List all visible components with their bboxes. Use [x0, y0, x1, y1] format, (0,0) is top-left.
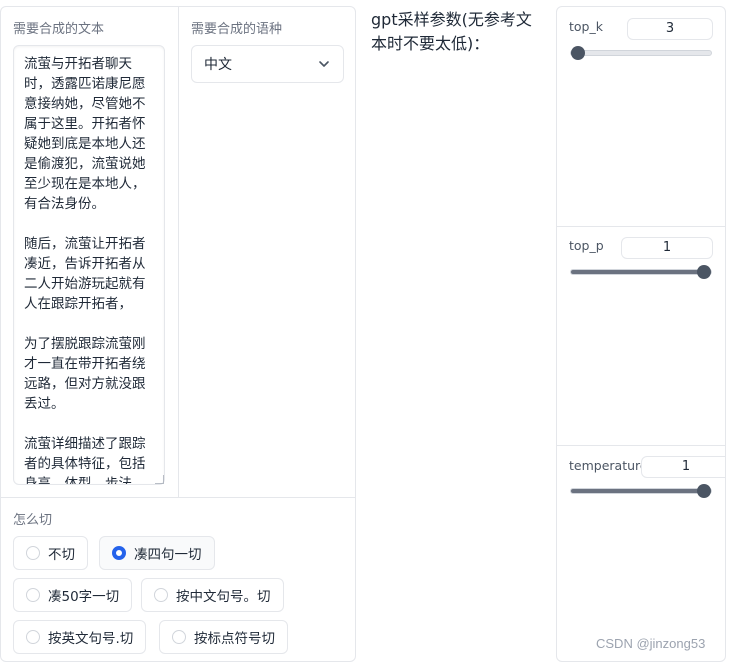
language-select-value: 中文	[204, 57, 232, 73]
row-divider	[1, 497, 355, 498]
radio-option-punctuation[interactable]: 按标点符号切	[159, 620, 288, 654]
slider-divider	[557, 445, 725, 446]
gpt-params-heading: gpt采样参数(无参考文本时不要太低)：	[371, 10, 532, 53]
resize-handle-icon[interactable]	[155, 475, 164, 484]
radio-option-label: 按标点符号切	[194, 631, 275, 647]
input-settings-block: 需要合成的文本 流萤与开拓者聊天时，透露匹诺康尼愿意接纳她，尽管她不属于这里。开…	[0, 6, 356, 662]
radio-circle-icon	[26, 588, 40, 602]
slider-divider	[557, 226, 725, 227]
top-p-slider[interactable]	[570, 265, 712, 279]
radio-option-four-sentences[interactable]: 凑四句一切	[99, 536, 215, 570]
radio-checked-icon	[112, 546, 126, 560]
watermark: CSDN @jinzong53	[596, 636, 706, 651]
radio-circle-icon	[172, 630, 186, 644]
radio-circle-icon	[26, 546, 40, 560]
slider-thumb[interactable]	[571, 46, 585, 60]
radio-option-label: 凑四句一切	[134, 547, 202, 563]
top-k-label: top_k	[569, 19, 603, 34]
radio-circle-icon	[154, 588, 168, 602]
top-p-label: top_p	[569, 238, 604, 253]
text-label: 需要合成的文本	[13, 22, 105, 37]
radio-option-label: 凑50字一切	[48, 589, 120, 605]
slider-fill	[571, 489, 704, 493]
temperature-label: temperature	[569, 458, 648, 473]
language-select[interactable]: 中文	[191, 45, 344, 83]
radio-option-english-period[interactable]: 按英文句号.切	[13, 620, 147, 654]
top-k-input[interactable]: 3	[627, 18, 713, 40]
synthesis-text-area[interactable]: 流萤与开拓者聊天时，透露匹诺康尼愿意接纳她，尽管她不属于这里。开拓者怀疑她到底是…	[13, 45, 165, 485]
language-label: 需要合成的语种	[191, 22, 283, 37]
top-k-slider[interactable]	[570, 46, 712, 60]
slider-fill	[571, 270, 704, 274]
split-method-label: 怎么切	[13, 513, 53, 528]
chevron-down-icon	[319, 61, 329, 67]
radio-option-chinese-period[interactable]: 按中文句号。切	[141, 578, 284, 612]
radio-option-no-split[interactable]: 不切	[13, 536, 88, 570]
temperature-input[interactable]: 1	[641, 456, 725, 478]
radio-circle-icon	[26, 630, 40, 644]
column-divider	[178, 7, 179, 497]
radio-option-label: 按中文句号。切	[176, 589, 271, 605]
radio-option-label: 不切	[48, 547, 75, 563]
slider-thumb[interactable]	[697, 265, 711, 279]
top-p-input[interactable]: 1	[621, 237, 713, 259]
slider-thumb[interactable]	[697, 484, 711, 498]
radio-option-fifty-chars[interactable]: 凑50字一切	[13, 578, 133, 612]
temperature-slider[interactable]	[570, 484, 712, 498]
sampling-params-block: top_k 3 top_p 1 temperature 1	[556, 6, 726, 662]
radio-option-label: 按英文句号.切	[48, 631, 134, 647]
